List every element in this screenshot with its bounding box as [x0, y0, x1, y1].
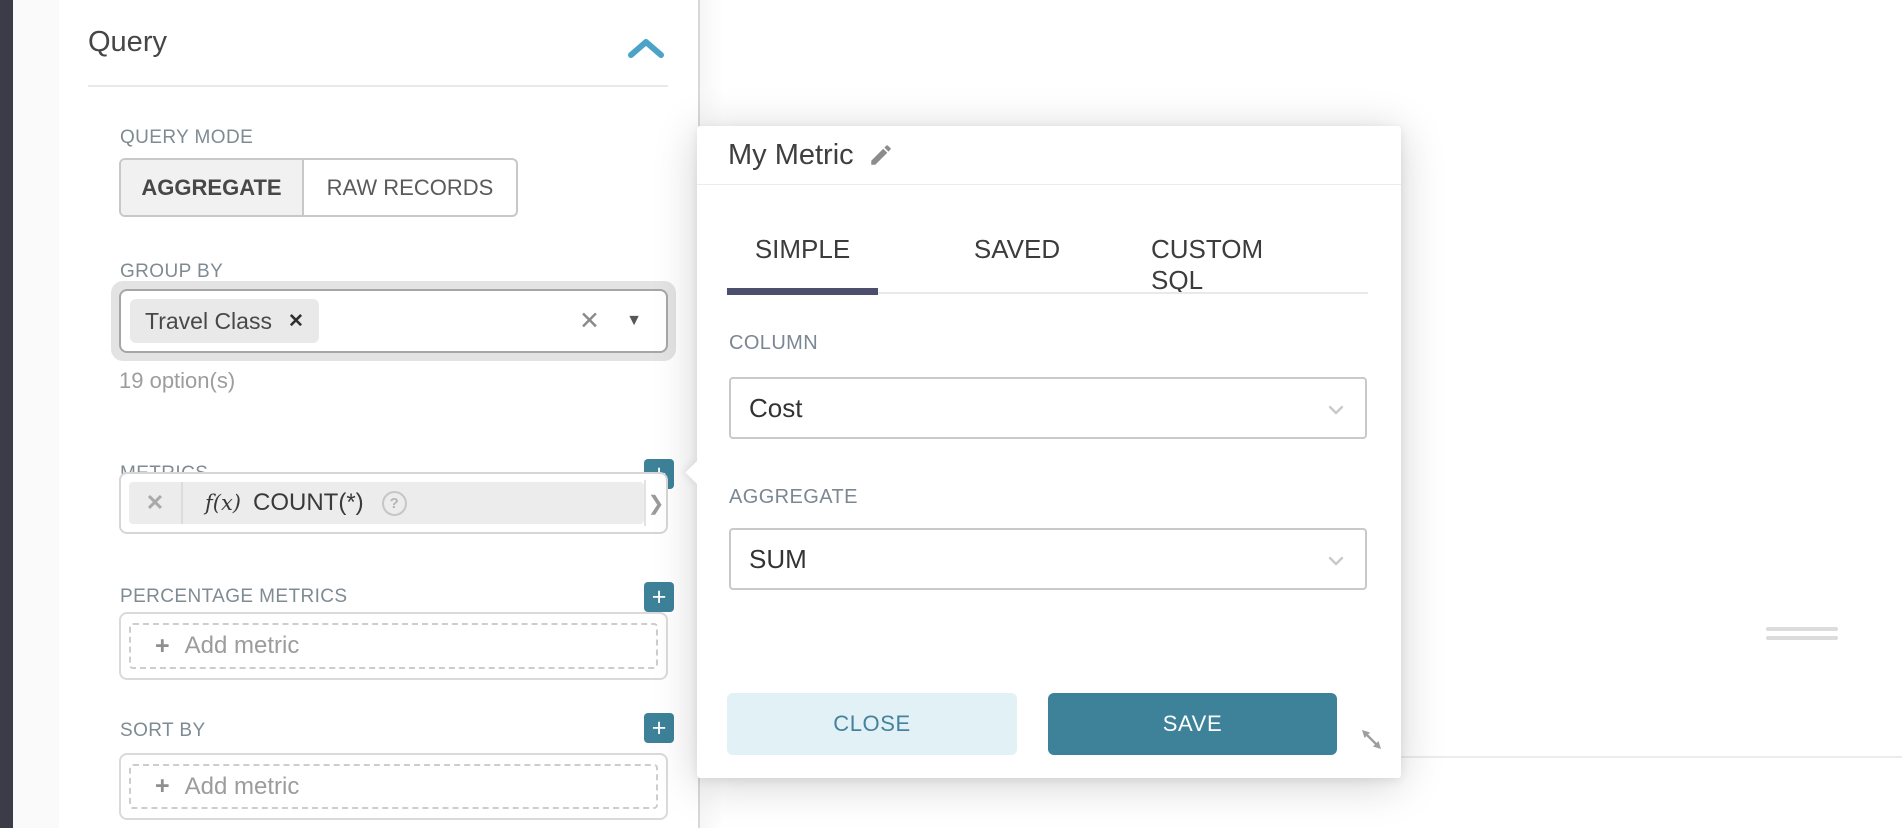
- percentage-metrics-label: PERCENTAGE METRICS: [120, 586, 347, 608]
- chevron-down-icon: [1323, 548, 1349, 574]
- help-icon[interactable]: ?: [382, 491, 407, 516]
- aggregate-select-value: SUM: [749, 544, 807, 575]
- section-divider: [88, 85, 668, 87]
- pane-drag-handle-line[interactable]: [1766, 636, 1838, 640]
- column-select-value: Cost: [749, 393, 802, 424]
- resize-expand-icon[interactable]: [1358, 726, 1385, 753]
- aggregate-label: AGGREGATE: [729, 486, 858, 509]
- active-tab-underline: [727, 288, 878, 295]
- pane-drag-handle-line[interactable]: [1766, 627, 1838, 631]
- column-label: COLUMN: [729, 332, 818, 355]
- group-by-label: GROUP BY: [120, 261, 223, 283]
- percentage-metrics-add-area[interactable]: + Add metric: [129, 623, 658, 669]
- add-sort-by-button[interactable]: +: [644, 713, 674, 743]
- percentage-metrics-dropzone: + Add metric: [119, 612, 668, 680]
- close-button[interactable]: CLOSE: [727, 693, 1017, 755]
- add-percentage-metric-button[interactable]: +: [644, 582, 674, 612]
- function-icon: f(x): [205, 491, 241, 515]
- clear-all-icon[interactable]: ✕: [579, 306, 600, 336]
- metrics-control: ✕ f(x) COUNT(*) ? ❯: [119, 472, 668, 534]
- collapse-section-chevron-up-icon[interactable]: [627, 36, 665, 60]
- edit-pencil-icon[interactable]: [868, 142, 894, 168]
- add-metric-placeholder: Add metric: [185, 632, 300, 660]
- metric-expression: COUNT(*): [253, 489, 364, 517]
- query-section-title: Query: [88, 26, 167, 59]
- add-plus-icon: +: [155, 632, 170, 661]
- column-select[interactable]: Cost: [729, 377, 1367, 439]
- tab-simple[interactable]: SIMPLE: [727, 234, 878, 272]
- query-mode-aggregate-button[interactable]: AGGREGATE: [121, 160, 304, 215]
- save-button[interactable]: SAVE: [1048, 693, 1337, 755]
- sort-by-add-area[interactable]: + Add metric: [129, 764, 658, 809]
- aggregate-select[interactable]: SUM: [729, 528, 1367, 590]
- chevron-down-icon: [1323, 397, 1349, 423]
- popover-arrow: [685, 460, 709, 484]
- sort-by-dropzone: + Add metric: [119, 753, 668, 820]
- popover-title: My Metric: [728, 139, 854, 172]
- group-by-select[interactable]: Travel Class ✕ ✕ ▼: [119, 289, 668, 353]
- dropdown-caret-icon[interactable]: ▼: [626, 312, 642, 330]
- group-by-tag-label: Travel Class: [145, 308, 272, 335]
- metric-pill[interactable]: ✕ f(x) COUNT(*) ?: [129, 482, 644, 524]
- query-mode-toggle: AGGREGATE RAW RECORDS: [119, 158, 518, 217]
- group-by-tag: Travel Class ✕: [130, 299, 319, 343]
- tab-custom-sql[interactable]: CUSTOM SQL: [1151, 234, 1317, 272]
- metric-edit-popover: My Metric SIMPLE SAVED CUSTOM SQL COLUMN…: [697, 126, 1401, 778]
- add-plus-icon: +: [155, 772, 170, 801]
- group-by-options-count: 19 option(s): [119, 368, 235, 394]
- query-mode-raw-records-button[interactable]: RAW RECORDS: [304, 160, 516, 215]
- tag-remove-icon[interactable]: ✕: [288, 310, 304, 333]
- metric-expand-chevron-icon[interactable]: ❯: [644, 480, 666, 526]
- sort-by-label: SORT BY: [120, 720, 206, 742]
- collapsed-side-column: [13, 0, 59, 828]
- popover-header: My Metric: [697, 126, 1401, 185]
- add-metric-placeholder: Add metric: [185, 773, 300, 801]
- tab-saved[interactable]: SAVED: [944, 234, 1090, 272]
- query-mode-label: QUERY MODE: [120, 127, 253, 149]
- metric-remove-icon[interactable]: ✕: [129, 482, 183, 524]
- left-dark-rail: [0, 0, 13, 828]
